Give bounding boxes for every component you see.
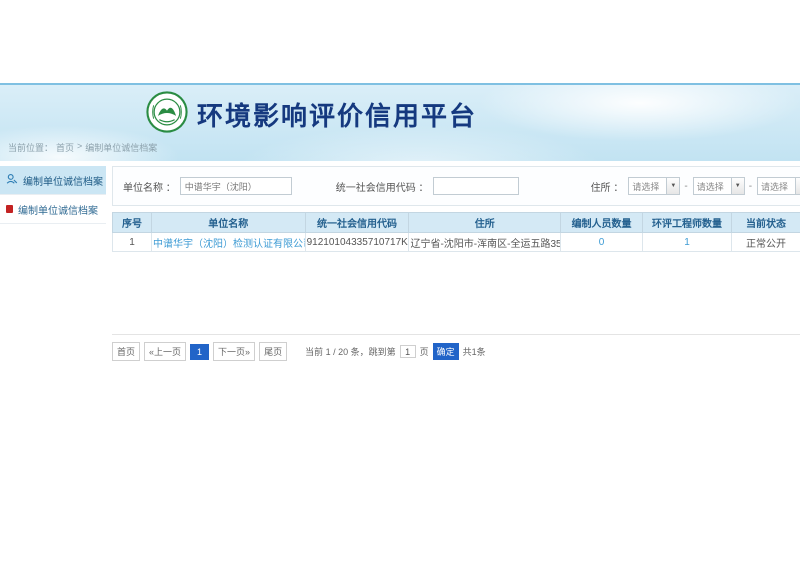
cell-status: 正常公开: [731, 233, 800, 252]
chevron-down-icon: ▼: [731, 178, 744, 194]
main-area: 编制单位诚信档案 编制单位诚信档案 单位名称 ： 统一社会信用代码 ： 住所 ：…: [0, 161, 800, 361]
select-value: 请选择: [758, 180, 795, 193]
cell-engineer-count: 1: [643, 233, 732, 252]
select-value: 请选择: [629, 180, 666, 193]
unit-name-link[interactable]: 中谱华宇（沈阳）检测认证有限公司: [153, 239, 305, 250]
col-header-unit-name: 单位名称: [151, 213, 305, 233]
user-search-icon: [6, 173, 18, 188]
cell-seq: 1: [113, 233, 152, 252]
breadcrumb: 当前位置：首页 > 编制单位诚信档案: [8, 141, 157, 154]
col-header-address: 住所: [409, 213, 560, 233]
sidebar: 编制单位诚信档案 编制单位诚信档案: [0, 166, 106, 361]
page-jump-input[interactable]: [400, 345, 416, 358]
engineer-count-link[interactable]: 1: [684, 237, 690, 248]
first-page-button[interactable]: 首页: [112, 342, 140, 361]
col-header-status: 当前状态: [731, 213, 800, 233]
cell-compiler-count: 0: [560, 233, 642, 252]
select-value: 请选择: [694, 180, 731, 193]
pagination-info: 当前 1 / 20 条，跳到第: [305, 345, 396, 358]
jump-confirm-button[interactable]: 确定: [433, 343, 459, 360]
breadcrumb-prefix: 当前位置：: [8, 141, 53, 154]
col-header-credit-code: 统一社会信用代码: [305, 213, 409, 233]
sidebar-item-credit-archive[interactable]: 编制单位诚信档案: [0, 195, 106, 224]
current-page-button[interactable]: 1: [190, 344, 209, 360]
select-separator: -: [749, 181, 752, 192]
credit-code-input[interactable]: [433, 177, 519, 195]
address-district-select[interactable]: 请选择 ▼: [757, 177, 800, 195]
search-form: 单位名称 ： 统一社会信用代码 ： 住所 ： 请选择 ▼ - 请选择 ▼ - 请…: [112, 166, 800, 206]
breadcrumb-home-link[interactable]: 首页: [56, 141, 74, 154]
unit-name-input[interactable]: [180, 177, 292, 195]
table-row: 1 中谱华宇（沈阳）检测认证有限公司 91210104335710717K 辽宁…: [113, 233, 800, 252]
sidebar-item-label: 编制单位诚信档案: [18, 202, 98, 217]
breadcrumb-current: 编制单位诚信档案: [85, 141, 157, 154]
site-banner: 环境影响评价信用平台 当前位置：首页 > 编制单位诚信档案: [0, 83, 800, 161]
col-header-seq: 序号: [113, 213, 152, 233]
breadcrumb-separator: >: [77, 141, 82, 154]
cell-unit-name: 中谱华宇（沈阳）检测认证有限公司: [151, 233, 305, 252]
address-city-select[interactable]: 请选择 ▼: [693, 177, 745, 195]
sidebar-item-label: 编制单位诚信档案: [23, 173, 103, 188]
total-count-label: 共1条: [463, 345, 486, 358]
credit-code-label: 统一社会信用代码 ：: [336, 179, 429, 194]
table-header-row: 序号 单位名称 统一社会信用代码 住所 编制人员数量 环评工程师数量 当前状态 …: [113, 213, 800, 233]
red-file-icon: [6, 205, 13, 213]
next-page-button[interactable]: 下一页»: [213, 342, 255, 361]
compiler-count-link[interactable]: 0: [599, 237, 605, 248]
cell-address: 辽宁省-沈阳市-浑南区-全运五路35-1号楼902: [409, 233, 560, 252]
cell-credit-code: 91210104335710717K: [305, 233, 409, 252]
table-empty-space: [112, 252, 800, 334]
chevron-down-icon: ▼: [795, 178, 800, 194]
unit-name-label: 单位名称 ：: [123, 179, 176, 194]
brand-block: 环境影响评价信用平台: [146, 91, 477, 138]
address-province-select[interactable]: 请选择 ▼: [628, 177, 680, 195]
col-header-compiler-count: 编制人员数量: [560, 213, 642, 233]
prev-page-button[interactable]: «上一页: [144, 342, 186, 361]
pagination-bar: 首页 «上一页 1 下一页» 尾页 当前 1 / 20 条，跳到第 页 确定 共…: [112, 334, 800, 361]
page-suffix-label: 页: [420, 345, 429, 358]
mee-emblem-logo-icon: [146, 91, 188, 138]
top-whitespace: [0, 0, 800, 83]
select-separator: -: [684, 181, 687, 192]
chevron-down-icon: ▼: [666, 178, 679, 194]
address-label: 住所 ：: [591, 179, 624, 194]
results-table: 序号 单位名称 统一社会信用代码 住所 编制人员数量 环评工程师数量 当前状态 …: [112, 212, 800, 252]
page-title: 环境影响评价信用平台: [197, 96, 477, 133]
col-header-engineer-count: 环评工程师数量: [643, 213, 732, 233]
last-page-button[interactable]: 尾页: [259, 342, 287, 361]
sidebar-item-credit-archive-header[interactable]: 编制单位诚信档案: [0, 166, 106, 195]
content-panel: 单位名称 ： 统一社会信用代码 ： 住所 ： 请选择 ▼ - 请选择 ▼ - 请…: [112, 166, 800, 361]
